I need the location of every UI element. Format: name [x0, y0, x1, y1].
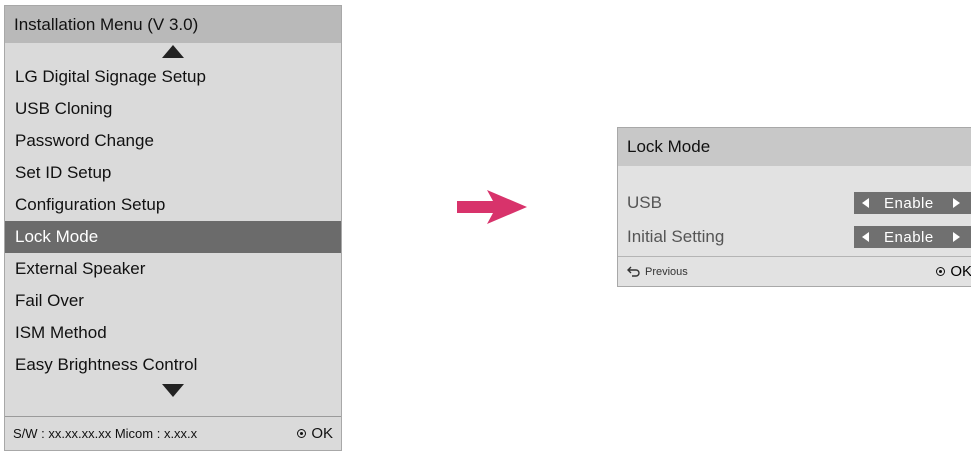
scroll-down-button[interactable] [5, 381, 341, 400]
menu-item-configuration-setup[interactable]: Configuration Setup [5, 189, 341, 221]
dialog-ok-label: OK [950, 263, 971, 280]
right-arrow-icon[interactable] [953, 232, 960, 242]
previous-button[interactable]: Previous [627, 266, 688, 278]
usb-value-selector[interactable]: Enable [854, 192, 971, 214]
setting-row-usb: USB Enable [618, 186, 971, 220]
setting-label-initial-setting: Initial Setting [627, 227, 725, 246]
installation-menu-footer: S/W : xx.xx.xx.xx Micom : x.xx.x OK [5, 416, 341, 450]
menu-item-set-id-setup[interactable]: Set ID Setup [5, 157, 341, 189]
setting-row-initial-setting: Initial Setting Enable [618, 220, 971, 254]
software-version-info: S/W : xx.xx.xx.xx Micom : x.xx.x [13, 426, 198, 441]
right-arrow-icon [457, 190, 527, 224]
setting-label-usb: USB [627, 193, 662, 212]
menu-item-lock-mode[interactable]: Lock Mode [5, 221, 341, 253]
menu-item-fail-over[interactable]: Fail Over [5, 285, 341, 317]
triangle-down-icon [162, 384, 184, 397]
triangle-up-icon [162, 45, 184, 58]
menu-item-easy-brightness-control[interactable]: Easy Brightness Control [5, 349, 341, 381]
scroll-up-button[interactable] [5, 43, 341, 61]
left-arrow-icon[interactable] [862, 232, 869, 242]
menu-item-ism-method[interactable]: ISM Method [5, 317, 341, 349]
left-arrow-icon[interactable] [862, 198, 869, 208]
lock-mode-dialog-title: Lock Mode [618, 128, 971, 166]
initial-setting-value-selector[interactable]: Enable [854, 226, 971, 248]
ok-circle-icon [936, 267, 946, 276]
installation-menu-title: Installation Menu (V 3.0) [5, 6, 341, 43]
ok-button[interactable]: OK [297, 425, 333, 442]
right-arrow-icon[interactable] [953, 198, 960, 208]
usb-value: Enable [884, 194, 934, 212]
menu-item-usb-cloning[interactable]: USB Cloning [5, 93, 341, 125]
menu-item-external-speaker[interactable]: External Speaker [5, 253, 341, 285]
menu-item-lg-digital-signage-setup[interactable]: LG Digital Signage Setup [5, 61, 341, 93]
dialog-ok-button[interactable]: OK [936, 263, 971, 280]
back-arrow-icon [627, 266, 640, 277]
installation-menu-list: LG Digital Signage Setup USB Cloning Pas… [5, 61, 341, 381]
lock-mode-settings: USB Enable Initial Setting Enable [618, 166, 971, 254]
installation-menu: Installation Menu (V 3.0) LG Digital Sig… [4, 5, 342, 451]
lock-mode-dialog-footer: Previous OK [618, 256, 971, 286]
lock-mode-dialog: Lock Mode USB Enable Initial Setting Ena… [617, 127, 971, 287]
previous-label: Previous [645, 265, 688, 278]
ok-circle-icon [297, 429, 307, 438]
screen: Installation Menu (V 3.0) LG Digital Sig… [0, 0, 971, 452]
ok-label: OK [311, 425, 333, 442]
initial-setting-value: Enable [884, 228, 934, 246]
menu-item-password-change[interactable]: Password Change [5, 125, 341, 157]
